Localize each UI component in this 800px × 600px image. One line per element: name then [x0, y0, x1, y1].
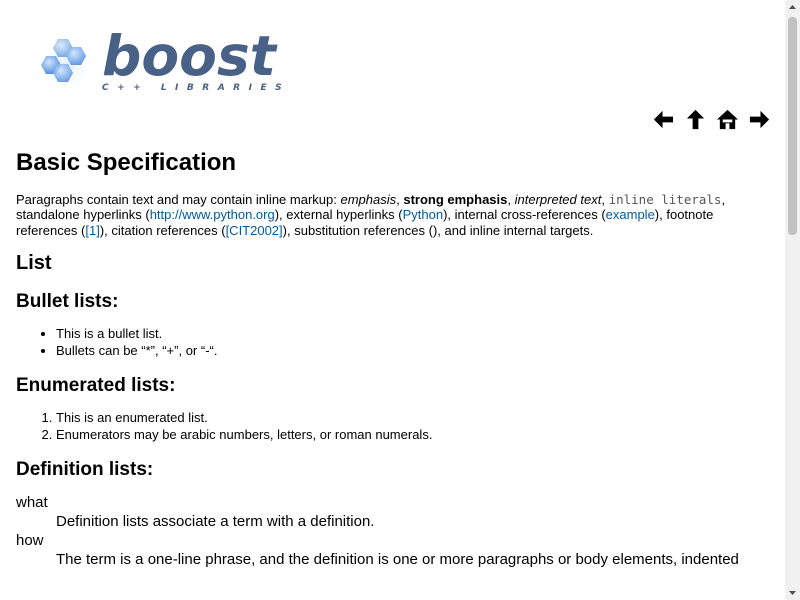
intro-text: ), substitution references (), and inlin… [282, 222, 594, 238]
arrow-up-icon[interactable] [684, 108, 707, 131]
definition-term: how [16, 531, 44, 549]
scroll-down-arrow-icon[interactable] [785, 585, 800, 600]
intro-text: ), external hyperlinks ( [274, 207, 403, 223]
list-item: This is an enumerated list. [56, 409, 769, 426]
main-content: Basic Specification Paragraphs contain t… [0, 149, 785, 569]
intro-text: ), internal cross-references ( [443, 207, 606, 223]
definition-term: what [16, 493, 48, 511]
list-heading: List [16, 252, 52, 275]
intro-text: , [601, 191, 609, 207]
hexagon-logo-icon [36, 38, 97, 94]
definition-lists-heading: Definition lists: [16, 458, 154, 480]
footnote-link[interactable]: [1] [85, 223, 99, 238]
intro-text: Paragraphs contain text and may contain … [16, 191, 341, 207]
python-org-link[interactable]: http://www.python.org [150, 207, 275, 222]
enumerated-lists-heading: Enumerated lists: [16, 374, 176, 396]
bullet-list: This is a bullet list. Bullets can be “*… [16, 325, 769, 359]
strong-text: strong emphasis [403, 191, 508, 207]
list-item: This is a bullet list. [56, 325, 769, 342]
vertical-scrollbar[interactable] [785, 0, 800, 600]
interpreted-text: interpreted text [514, 191, 602, 207]
enumerated-list: This is an enumerated list. Enumerators … [16, 409, 769, 443]
bullet-lists-heading: Bullet lists: [16, 291, 119, 313]
page-viewport: boost C++ LIBRARIES Basic Specification … [0, 0, 785, 600]
arrow-left-icon[interactable] [652, 108, 675, 131]
navigation-toolbar [652, 108, 771, 131]
intro-text: , [507, 191, 515, 207]
inline-literal: inline literals [608, 191, 722, 207]
page-header: boost C++ LIBRARIES [0, 0, 785, 135]
scroll-up-arrow-icon[interactable] [785, 0, 800, 15]
scrollbar-thumb[interactable] [788, 17, 797, 235]
logo-subtitle: C++ LIBRARIES [102, 83, 291, 93]
list-item: Enumerators may be arabic numbers, lette… [56, 426, 769, 443]
citation-link[interactable]: [CIT2002] [226, 223, 283, 238]
definition-list: what Definition lists associate a term w… [16, 493, 769, 569]
intro-text: ), citation references ( [99, 222, 226, 238]
page-title: Basic Specification [16, 149, 237, 176]
boost-logo[interactable]: boost C++ LIBRARIES [36, 24, 286, 103]
arrow-right-icon[interactable] [748, 108, 771, 131]
list-item: Bullets can be “*”, “+”, or “-“. [56, 342, 769, 359]
home-icon[interactable] [716, 108, 739, 131]
definition-description: Definition lists associate a term with a… [56, 512, 375, 530]
logo-wordmark: boost [102, 24, 276, 88]
python-link[interactable]: Python [403, 207, 443, 222]
definition-description: The term is a one-line phrase, and the d… [56, 550, 739, 568]
example-link[interactable]: example [606, 207, 655, 222]
emphasis-text: emphasis [340, 191, 397, 207]
intro-paragraph: Paragraphs contain text and may contain … [16, 192, 769, 239]
